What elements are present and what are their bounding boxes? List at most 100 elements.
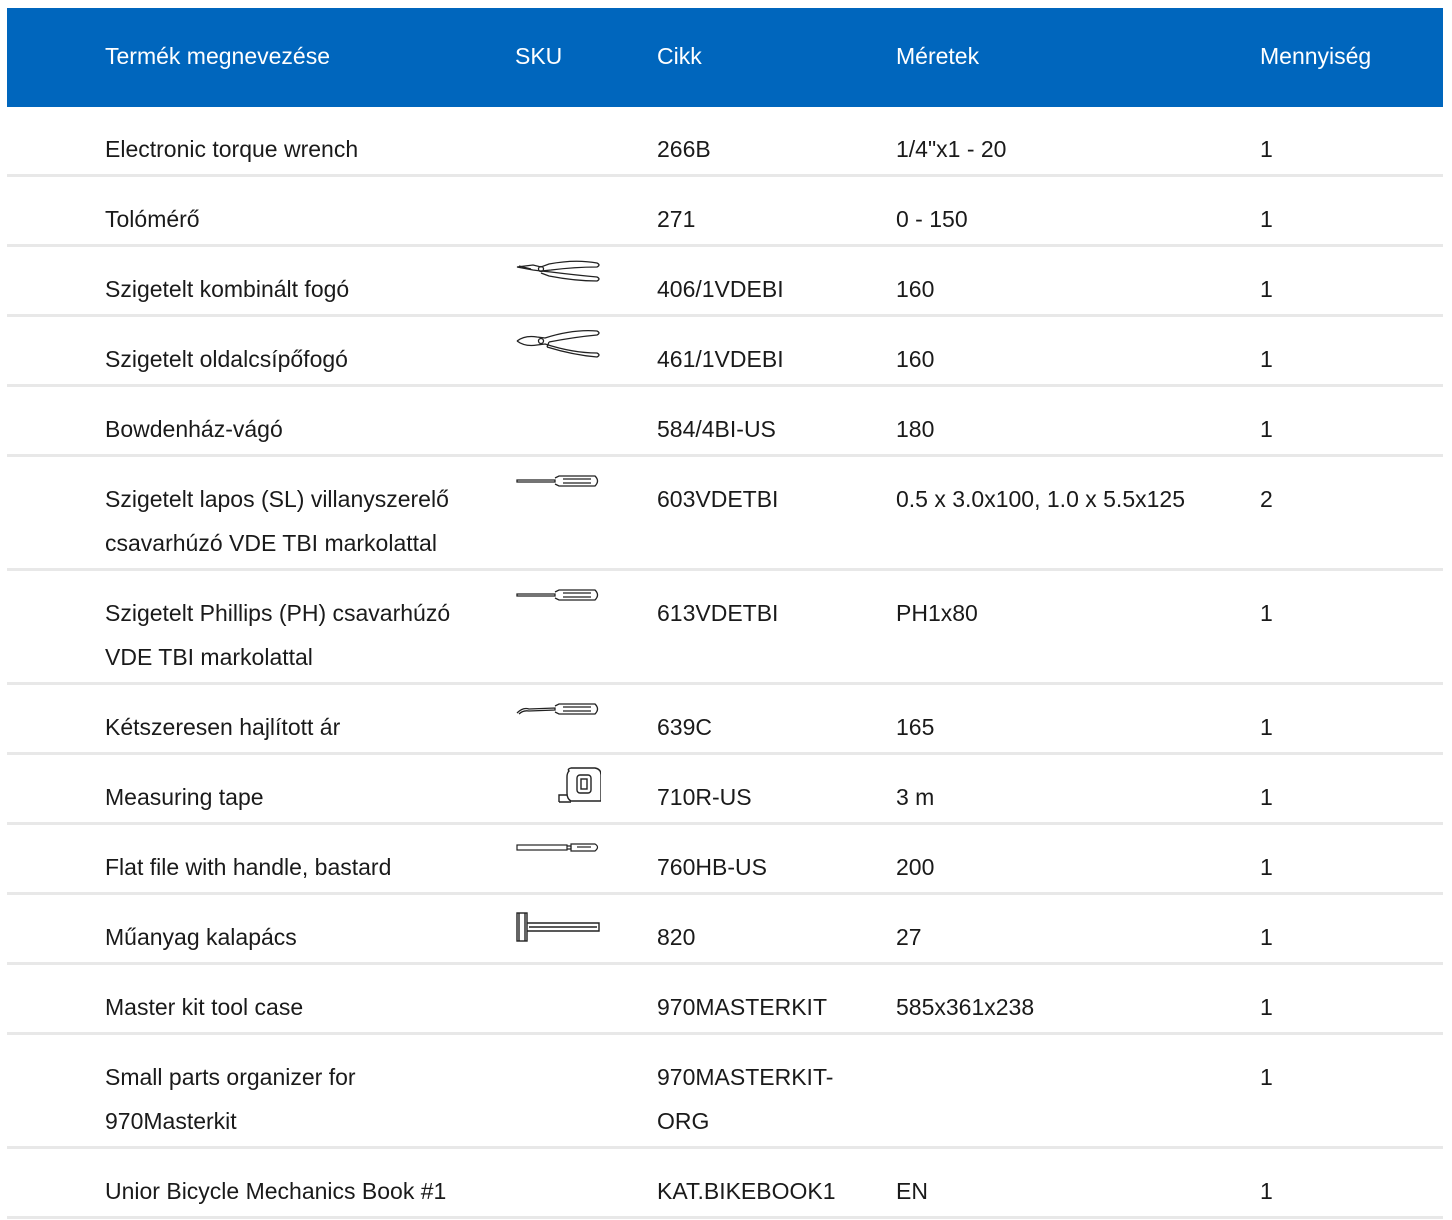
product-name-line: Electronic torque wrench (105, 136, 359, 162)
cikk-cell: 970MASTERKIT- ORG (657, 1055, 857, 1143)
bent-awl-icon (515, 695, 601, 735)
product-name-cell: Kétszeresen hajlított ár (105, 705, 485, 749)
meret-cell: PH1x80 (896, 600, 978, 626)
header-name: Termék megnevezése (105, 43, 330, 69)
cikk-cell: 271 (657, 197, 857, 241)
cikk-cell: 406/1VDEBI (657, 267, 857, 311)
table-row: Electronic torque wrench 266B 1/4"x1 - 20 1 (7, 107, 1443, 177)
cikk-line: 461/1VDEBI (657, 346, 784, 372)
product-name-cell: Szigetelt kombinált fogó (105, 267, 485, 311)
table-row: Szigetelt lapos (SL) villanyszerelő csava… (7, 457, 1443, 571)
meret-cell: 27 (896, 924, 922, 950)
quantity-cell: 1 (1260, 346, 1273, 372)
quantity-cell: 1 (1260, 854, 1273, 880)
cikk-cell: KAT.BIKEBOOK1 (657, 1169, 857, 1213)
cikk-cell: 760HB-US (657, 845, 857, 889)
cikk-line: 820 (657, 924, 696, 950)
meret-cell: 0 - 150 (896, 206, 968, 232)
product-name-line: Master kit tool case (105, 994, 304, 1020)
cikk-line: 710R-US (657, 784, 752, 810)
product-name-cell: Bowdenház-vágó (105, 407, 485, 451)
product-name-cell: Tolómérő (105, 197, 485, 241)
quantity-cell: 1 (1260, 924, 1273, 950)
screwdriver-icon (515, 581, 601, 621)
product-name-line: Szigetelt kombinált fogó (105, 276, 350, 302)
quantity-cell: 1 (1260, 136, 1273, 162)
screwdriver-icon (515, 467, 601, 507)
cikk-line: 271 (657, 206, 696, 232)
cikk-cell: 584/4BI-US (657, 407, 857, 451)
product-name-line: 970Masterkit (105, 1108, 237, 1134)
header-cikk: Cikk (657, 43, 702, 69)
table-row: Kétszeresen hajlított ár 639C 165 1 (7, 685, 1443, 755)
cikk-cell: 461/1VDEBI (657, 337, 857, 381)
header-sku: SKU (515, 43, 563, 69)
product-name-line: Measuring tape (105, 784, 264, 810)
header-mennyiseg: Mennyiség (1260, 43, 1372, 69)
cikk-line: 613VDETBI (657, 600, 779, 626)
product-name-cell: Master kit tool case (105, 985, 485, 1029)
table-body: Electronic torque wrench 266B 1/4"x1 - 20 1… (7, 107, 1443, 1219)
cikk-cell: 603VDETBI (657, 477, 857, 521)
product-name-line: Kétszeresen hajlított ár (105, 714, 341, 740)
quantity-cell: 1 (1260, 784, 1273, 810)
product-name-line: csavarhúzó VDE TBI markolattal (105, 530, 437, 556)
table-row: Master kit tool case 970MASTERKIT 585x361x… (7, 965, 1443, 1035)
meret-cell: 160 (896, 276, 935, 302)
quantity-cell: 1 (1260, 206, 1273, 232)
product-name-line: VDE TBI markolattal (105, 644, 313, 670)
product-name-cell: Small parts organizer for 970Masterkit (105, 1055, 485, 1143)
cikk-cell: 639C (657, 705, 857, 749)
product-name-line: Unior Bicycle Mechanics Book #1 (105, 1178, 447, 1204)
header-meretek: Méretek (896, 43, 980, 69)
product-name-cell: Measuring tape (105, 775, 485, 819)
quantity-cell: 1 (1260, 1064, 1273, 1090)
table-row: Szigetelt oldalcsípőfogó 461/1VDEBI 160 1 (7, 317, 1443, 387)
table-row: Szigetelt kombinált fogó 406/1VDEBI 160 1 (7, 247, 1443, 317)
product-name-cell: Electronic torque wrench (105, 127, 485, 171)
cikk-line: 639C (657, 714, 712, 740)
product-name-cell: Szigetelt oldalcsípőfogó (105, 337, 485, 381)
cikk-line: 970MASTERKIT (657, 994, 827, 1020)
table-row: Szigetelt Phillips (PH) csavarhúzó VDE TB… (7, 571, 1443, 685)
meret-cell: EN (896, 1178, 928, 1204)
side-cutter-icon (515, 327, 601, 367)
quantity-cell: 2 (1260, 486, 1273, 512)
product-table: Termék megnevezése SKU Cikk Méretek Menn… (7, 8, 1443, 1219)
product-name-cell: Szigetelt Phillips (PH) csavarhúzó VDE TB… (105, 591, 485, 679)
table-row: Small parts organizer for 970Masterkit 970… (7, 1035, 1443, 1149)
combination-pliers-icon (515, 257, 601, 297)
cikk-line: 970MASTERKIT- (657, 1064, 834, 1090)
quantity-cell: 1 (1260, 1178, 1273, 1204)
hammer-icon (515, 905, 601, 945)
quantity-cell: 1 (1260, 714, 1273, 740)
table-row: Flat file with handle, bastard 760HB-US 20… (7, 825, 1443, 895)
quantity-cell: 1 (1260, 994, 1273, 1020)
meret-cell: 200 (896, 854, 935, 880)
table-row: Unior Bicycle Mechanics Book #1 KAT.BIKEB… (7, 1149, 1443, 1219)
meret-cell: 1/4"x1 - 20 (896, 136, 1007, 162)
cikk-line: 406/1VDEBI (657, 276, 784, 302)
cikk-line: ORG (657, 1108, 710, 1134)
cikk-cell: 613VDETBI (657, 591, 857, 635)
meret-cell: 180 (896, 416, 935, 442)
cikk-line: 603VDETBI (657, 486, 779, 512)
product-name-cell: Szigetelt lapos (SL) villanyszerelő csava… (105, 477, 485, 565)
cikk-cell: 820 (657, 915, 857, 959)
meret-cell: 0.5 x 3.0x100, 1.0 x 5.5x125 (896, 486, 1185, 512)
table-row: Measuring tape 710R-US 3 m 1 (7, 755, 1443, 825)
flat-file-icon (515, 835, 601, 875)
meret-cell: 160 (896, 346, 935, 372)
table-row: Bowdenház-vágó 584/4BI-US 180 1 (7, 387, 1443, 457)
product-name-line: Small parts organizer for (105, 1064, 356, 1090)
quantity-cell: 1 (1260, 276, 1273, 302)
meret-cell: 165 (896, 714, 935, 740)
measuring-tape-icon (515, 765, 601, 805)
product-name-line: Műanyag kalapács (105, 924, 297, 950)
product-name-cell: Unior Bicycle Mechanics Book #1 (105, 1169, 485, 1213)
product-name-line: Szigetelt oldalcsípőfogó (105, 346, 348, 372)
product-name-line: Bowdenház-vágó (105, 416, 283, 442)
meret-cell: 3 m (896, 784, 935, 810)
table-header: Termék megnevezése SKU Cikk Méretek Menn… (7, 8, 1443, 107)
quantity-cell: 1 (1260, 600, 1273, 626)
